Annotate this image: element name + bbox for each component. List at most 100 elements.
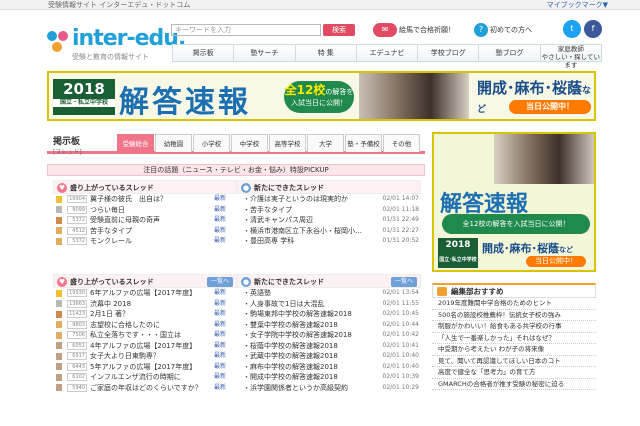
thread-title[interactable]: 女子学院中学校の解答速報2018 (250, 330, 352, 341)
latest-link[interactable]: 最新 (214, 320, 226, 331)
nav-item-bbs[interactable]: 掲示板 (173, 45, 235, 61)
latest-link[interactable]: 最新 (214, 309, 226, 320)
thread-row[interactable]: 麻布中学校の解答速報2018 02/01 10:40 (237, 362, 421, 373)
thread-row[interactable]: 6443 5年アルファの広場【2017年度】 最新 (53, 362, 237, 373)
latest-link[interactable]: 最新 (214, 288, 226, 299)
nav-item-feature[interactable]: 特 集 (296, 45, 357, 61)
thread-title[interactable]: 2月1日 著？ (90, 309, 129, 320)
thread-title[interactable]: モンクレール (90, 236, 132, 247)
thread-row[interactable]: 4512 苦手なタイプ 最新 (53, 226, 237, 237)
thread-row[interactable]: 5940 ご家庭の年収はどのくらいですか？ 最新 (53, 383, 237, 394)
thread-row[interactable]: 6051 4年アルファの広場【2017年度】 最新 (53, 341, 237, 352)
thread-row[interactable]: 5372 受験直前に母親の奇声 最新 (53, 215, 237, 226)
thread-title[interactable]: 横浜市港南区立下永谷小・桜岡小… (250, 226, 362, 237)
thread-title[interactable]: 人身事故で1日は大混乱 (250, 299, 324, 310)
pick-item[interactable]: 「人生で一番楽しかった」それはなぜ？ (432, 333, 596, 344)
pick-item[interactable]: 500名の施設校推薦枠！伝統女子校の強み (432, 310, 596, 321)
pick-item[interactable]: 2019年度難関中学合格のためのヒント (432, 298, 596, 310)
latest-link[interactable]: 最新 (214, 351, 226, 362)
thread-row[interactable]: 浜学園関係者というか高級契約 02/01 10:29 (237, 383, 421, 394)
thread-title[interactable]: 開成中学校の解答速報2018 (250, 372, 338, 383)
tab-general[interactable]: 受験総合 (117, 134, 154, 152)
thread-row[interactable]: 介護は実子というのは現実的か 02/01 14:07 (237, 194, 421, 205)
latest-link[interactable]: 最新 (214, 236, 226, 247)
thread-title[interactable]: ご家庭の年収はどのくらいですか？ (90, 383, 202, 394)
latest-link[interactable]: 最新 (214, 226, 226, 237)
thread-row[interactable]: 人身事故で1日は大混乱 02/01 11:55 (237, 299, 421, 310)
thread-row[interactable]: 英語塾 02/01 13:54 (237, 288, 421, 299)
tab-junior-high[interactable]: 中学校 (231, 134, 268, 152)
tab-other[interactable]: その他 (383, 134, 420, 152)
pick-item[interactable]: 高度で健全な「思考力」の育て方 (432, 367, 596, 379)
tab-university[interactable]: 大学 (307, 134, 344, 152)
pick-item[interactable]: 制服がかわいい！給食もある共学校の行事 (432, 321, 596, 333)
nav-item-edunavi[interactable]: エデュナビ (357, 45, 419, 61)
thread-row[interactable]: 女子学院中学校の解答速報2018 02/01 10:42 (237, 330, 421, 341)
latest-link[interactable]: 最新 (214, 330, 226, 341)
thread-row[interactable]: 7506 私立全落ちです・・・国立は 最新 (53, 330, 237, 341)
thread-title[interactable]: 豊田高専 学科 (250, 236, 294, 247)
thread-title[interactable]: 武蔵中学校の解答速報2018 (250, 351, 338, 362)
thread-title[interactable]: 苦手なタイプ (90, 226, 132, 237)
thread-title[interactable]: 5年アルファの広場【2017年度】 (90, 362, 196, 373)
latest-link[interactable]: 最新 (214, 341, 226, 352)
nav-item-tutor[interactable]: 家庭教師 やさしい・探しています (541, 45, 601, 69)
thread-row[interactable]: 開成中学校の解答速報2018 02/01 10:39 (237, 372, 421, 383)
latest-link[interactable]: 最新 (214, 299, 226, 310)
thread-title[interactable]: インフルエンザ流行の時期に (90, 372, 181, 383)
thread-row[interactable]: 苦手なタイプ 02/01 11:18 (237, 205, 421, 216)
thread-title[interactable]: 麻布中学校の解答速報2018 (250, 362, 338, 373)
thread-row[interactable]: 11423 2月1日 著？ 最新 (53, 309, 237, 320)
thread-row[interactable]: 9803 志望校に合格したのに 最新 (53, 320, 237, 331)
thread-title[interactable]: 6年アルファの広場【2017年度】 (90, 288, 196, 299)
thread-row[interactable]: 駒場東邦中学校の解答速報2018 02/01 10:45 (237, 309, 421, 320)
thread-row[interactable]: 19930 6年アルファの広場【2017年度】 最新 (53, 288, 237, 299)
nav-item-juku-blog[interactable]: 塾ブログ (479, 45, 541, 61)
thread-row[interactable]: 5372 モンクレール 最新 (53, 236, 237, 247)
site-logo[interactable]: inter-edu. 受験と教育の情報サイト (46, 26, 186, 66)
thread-row[interactable]: 19904 翼子様の彼氏 出自は？ 最新 (53, 194, 237, 205)
latest-link[interactable]: 最新 (214, 215, 226, 226)
thread-title[interactable]: 英語塾 (250, 288, 271, 299)
thread-row[interactable]: 桜蔭中学校の解答速報2018 02/01 10:41 (237, 341, 421, 352)
pick-item[interactable]: 中受期から考えたい わが子の将来像 (432, 344, 596, 356)
facebook-icon[interactable]: f (584, 20, 602, 38)
thread-title[interactable]: 駒場東邦中学校の解答速報2018 (250, 309, 352, 320)
thread-title[interactable]: 渋幕中 2018 (90, 299, 131, 310)
thread-title[interactable]: 私立全落ちです・・・国立は (90, 330, 181, 341)
first-visit-link[interactable]: ? 初めての方へ (474, 23, 532, 37)
tab-high-school[interactable]: 高等学校 (269, 134, 306, 152)
topic-pickup[interactable]: 注目の話題（ニュース・テレビ・お金・悩み）特設PICKUP (47, 164, 425, 176)
thread-title[interactable]: 翼子様の彼氏 出自は？ (90, 194, 167, 205)
latest-link[interactable]: 最新 (214, 372, 226, 383)
thread-title[interactable]: 浜学園関係者というか高級契約 (250, 383, 348, 394)
thread-title[interactable]: 受験直前に母親の奇声 (90, 215, 160, 226)
thread-title[interactable]: 女子大より日東駒専？ (90, 351, 160, 362)
thread-row[interactable]: 9099 つらい毎日 最新 (53, 205, 237, 216)
latest-link[interactable]: 最新 (214, 362, 226, 373)
thread-row[interactable]: 6102 インフルエンザ流行の時期に 最新 (53, 372, 237, 383)
search-input[interactable]: キーワードを入力 (171, 24, 321, 36)
thread-row[interactable]: 13663 渋幕中 2018 最新 (53, 299, 237, 310)
thread-title[interactable]: 介護は実子というのは現実的か (250, 194, 348, 205)
pick-item[interactable]: 見て、聞いて再認識してほしい日本のコト (432, 356, 596, 367)
thread-row[interactable]: 豊田高専 学科 01/31 20:52 (237, 236, 421, 247)
thread-row[interactable]: 武蔵中学校の解答速報2018 02/01 10:40 (237, 351, 421, 362)
my-bookmark-link[interactable]: マイブックマーク▼ (547, 0, 608, 10)
search-button[interactable]: 検索 (323, 24, 355, 36)
latest-link[interactable]: 最新 (214, 205, 226, 216)
pick-item[interactable]: GMARCHの合格者が推す受験の秘密に迫る (432, 379, 596, 390)
nav-item-school-blog[interactable]: 学校ブログ (418, 45, 480, 61)
thread-row[interactable]: 6917 女子大より日東駒専？ 最新 (53, 351, 237, 362)
thread-row[interactable]: 清武キャンパス周辺 01/31 22:49 (237, 215, 421, 226)
hot-more-button[interactable]: 一覧へ (206, 277, 233, 287)
tab-juku[interactable]: 塾・予備校 (345, 134, 382, 152)
answer-banner[interactable]: 2018 国立・私立中学校 解答速報 全12校の解答を 入試当日に公開！ 開成･麻布… (47, 71, 596, 121)
new-more-button[interactable]: 一覧へ (390, 277, 417, 287)
thread-title[interactable]: 志望校に合格したのに (90, 320, 160, 331)
latest-link[interactable]: 最新 (214, 194, 226, 205)
twitter-icon[interactable]: t (563, 20, 581, 38)
weekly-link[interactable]: ✉ 絵馬で合格祈願！ (373, 23, 455, 37)
thread-title[interactable]: 桜蔭中学校の解答速報2018 (250, 341, 338, 352)
side-answer-banner[interactable]: 解答速報 全12校の解答を入試当日に公開！ 2018 国立･私立中学校 開成･麻布… (432, 132, 596, 272)
